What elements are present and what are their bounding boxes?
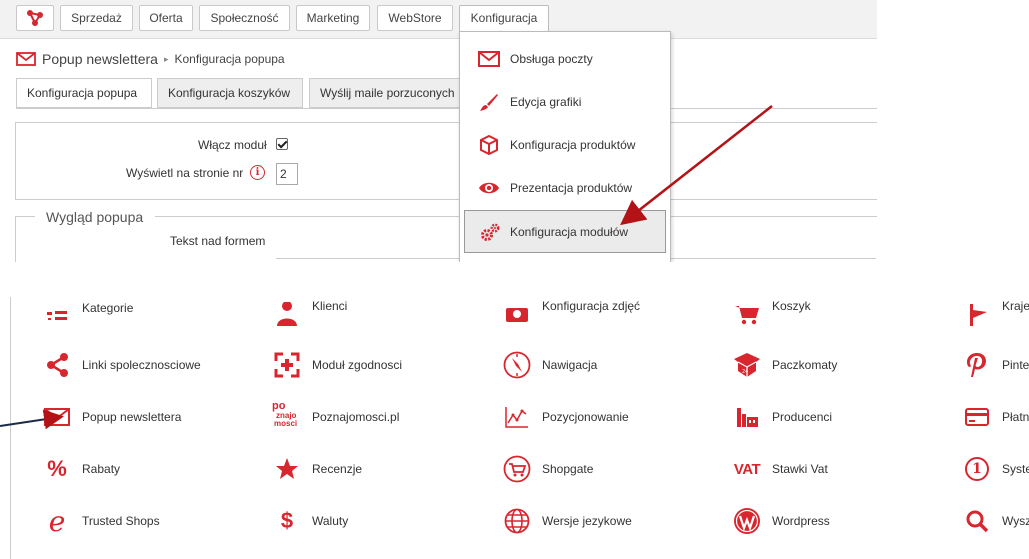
percent-icon: % xyxy=(47,456,67,481)
module-label: Pozycjonowanie xyxy=(542,410,629,424)
page-number-label: Wyświetl na stronie nr xyxy=(126,166,244,180)
page-number-input[interactable]: 2 xyxy=(276,163,298,185)
number-one-badge: 1 xyxy=(965,457,989,481)
nav-oferta[interactable]: Oferta xyxy=(139,5,193,31)
module-label: Poznajomosci.pl xyxy=(312,410,400,424)
text-above-form-label: Tekst nad formem xyxy=(170,234,266,248)
top-navigation-bar: Sprzedaż Oferta Społeczność Marketing We… xyxy=(0,0,877,39)
menu-item-label: Edycja grafiki xyxy=(510,94,582,109)
camera-icon xyxy=(502,299,532,329)
envelope-icon xyxy=(16,52,36,66)
module-label: Nawigacja xyxy=(542,358,598,372)
annotation-arrow-icon xyxy=(620,105,773,226)
menu-item-label: Obsługa poczty xyxy=(510,51,593,66)
enable-module-label: Włącz moduł xyxy=(198,138,267,152)
module-label: Rabaty xyxy=(82,462,121,476)
line-chart-icon xyxy=(502,402,532,432)
module-label: Recenzje xyxy=(312,462,363,476)
module-label: Stawki Vat xyxy=(772,462,828,476)
module-label: Wordpress xyxy=(772,514,830,528)
tab-popup-config[interactable]: Konfiguracja popupa xyxy=(16,78,152,108)
enable-module-checkbox[interactable] xyxy=(276,138,288,150)
breadcrumb: Popup newslettera ▸ Konfiguracja popupa xyxy=(16,50,285,68)
logo-text: mosci xyxy=(274,419,298,428)
tab-send-abandoned-mails[interactable]: Wyślij maile porzuconych xyxy=(309,78,460,108)
module-label: Konfiguracja zdjęć xyxy=(542,299,641,313)
svg-text:24: 24 xyxy=(742,369,748,375)
breadcrumb-title[interactable]: Popup newslettera xyxy=(42,51,158,67)
module-label: Linki spolecznosciowe xyxy=(82,358,201,372)
module-label: Trusted Shops xyxy=(82,514,160,528)
flag-icon xyxy=(962,299,992,329)
search-icon xyxy=(962,506,992,536)
factory-icon xyxy=(732,402,762,432)
module-label: Moduł zgodnosci xyxy=(312,358,403,372)
annotation-arrow-icon xyxy=(0,409,64,430)
envelope-icon xyxy=(478,48,500,70)
module-label: Producenci xyxy=(772,410,833,424)
pinterest-icon xyxy=(962,350,992,380)
trusted-shops-icon: e xyxy=(48,504,66,538)
cart-icon xyxy=(732,299,762,329)
compatibility-icon xyxy=(272,350,302,380)
module-label: Popup newslettera xyxy=(82,410,182,424)
categories-icon xyxy=(42,299,72,329)
module-label: Koszyk xyxy=(772,299,811,313)
menu-item-obsluga-poczty[interactable]: Obsługa poczty xyxy=(460,37,670,80)
star-icon xyxy=(272,454,302,484)
number-one-circle-icon: 1 xyxy=(962,454,992,484)
fieldset-border xyxy=(15,216,35,217)
module-label: System punktowy xyxy=(1002,462,1029,476)
share-icon xyxy=(42,350,72,380)
module-label: Pinterest xyxy=(1002,358,1029,372)
breadcrumb-separator: ▸ xyxy=(163,53,169,64)
module-label: Wersje jezykowe xyxy=(542,514,632,528)
paint-brush-icon xyxy=(478,91,500,113)
appearance-legend: Wygląd popupa xyxy=(46,209,144,225)
modules-panel: Kategorie Klienci Konfiguracja zdjęć Kos… xyxy=(0,297,1029,559)
wordpress-icon xyxy=(732,506,762,536)
shopping-cart-circle-icon xyxy=(502,454,532,484)
cube-icon xyxy=(478,134,500,156)
gears-icon xyxy=(479,221,501,243)
compass-icon xyxy=(502,350,532,380)
module-label: Shopgate xyxy=(542,462,594,476)
module-label: Paczkomaty xyxy=(772,358,838,372)
network-logo-icon xyxy=(27,10,43,26)
nav-sprzedaz[interactable]: Sprzedaż xyxy=(60,5,133,31)
user-icon xyxy=(272,299,302,329)
parcel-locker-icon: 24 xyxy=(732,350,762,380)
nav-webstore[interactable]: WebStore xyxy=(377,5,453,31)
logo-button[interactable] xyxy=(16,5,54,31)
poznajomosci-logo-icon: po znajo mosci xyxy=(272,401,302,432)
fieldset-border xyxy=(15,216,16,262)
module-label: Kraje xyxy=(1002,299,1029,313)
eye-icon xyxy=(478,177,500,199)
credit-card-icon xyxy=(962,402,992,432)
nav-spolecznosc[interactable]: Społeczność xyxy=(199,5,290,31)
module-label: Kategorie xyxy=(82,301,134,315)
tab-cart-config[interactable]: Konfiguracja koszyków xyxy=(157,78,303,108)
vat-icon: VAT xyxy=(733,460,761,478)
module-label: Klienci xyxy=(312,299,348,313)
module-label: Wyszukiwarka xyxy=(1002,514,1029,528)
info-icon[interactable]: i xyxy=(250,165,265,180)
dollar-icon: $ xyxy=(280,508,294,533)
nav-marketing[interactable]: Marketing xyxy=(296,5,370,31)
module-label: Płatności xyxy=(1002,410,1029,424)
module-label: Waluty xyxy=(312,514,349,528)
breadcrumb-current: Konfiguracja popupa xyxy=(174,52,285,66)
globe-icon xyxy=(502,506,532,536)
